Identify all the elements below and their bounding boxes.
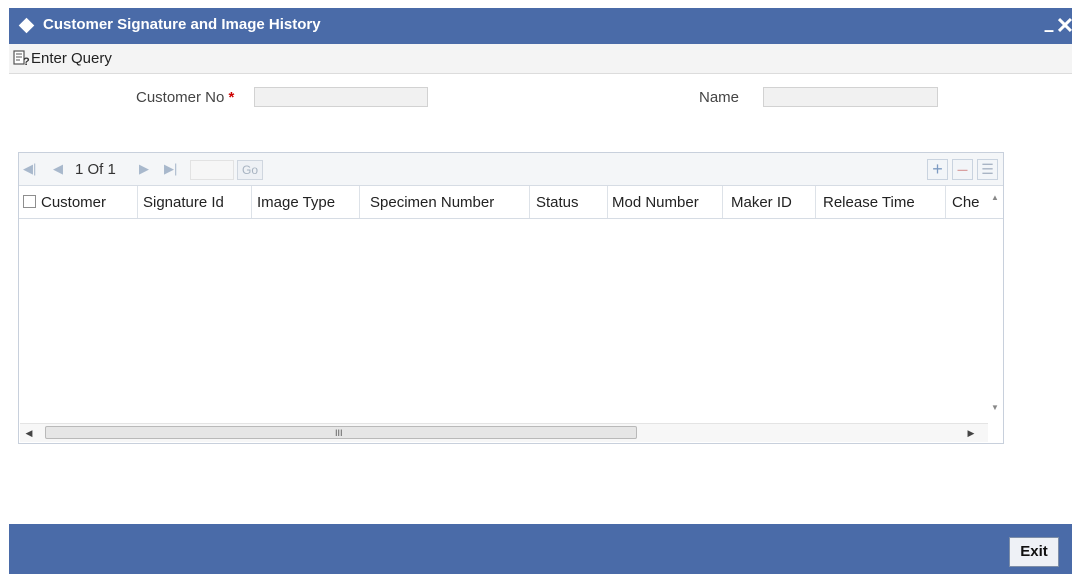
scroll-down-arrow-icon[interactable]: ▼ bbox=[989, 403, 1001, 413]
page-indicator: 1 Of 1 bbox=[75, 161, 116, 178]
column-header[interactable]: Signature Id bbox=[143, 194, 224, 211]
scroll-up-arrow-icon[interactable]: ▲ bbox=[989, 193, 1001, 203]
column-divider bbox=[251, 186, 252, 218]
scroll-left-arrow-icon[interactable]: ◀ bbox=[22, 427, 36, 439]
next-page-button[interactable]: ▶ bbox=[139, 161, 149, 177]
scroll-right-arrow-icon[interactable]: ▶ bbox=[964, 427, 978, 439]
single-view-button[interactable]: ☰ bbox=[977, 159, 998, 180]
svg-text:?: ? bbox=[23, 56, 30, 67]
grid-pager: ◀| ◀ 1 Of 1 ▶ ▶| Go + – ☰ bbox=[19, 153, 1003, 186]
previous-page-button[interactable]: ◀ bbox=[53, 161, 63, 177]
title-bar: Customer Signature and Image History – ✕ bbox=[9, 8, 1072, 44]
column-header[interactable]: Mod Number bbox=[612, 194, 699, 211]
delete-row-button[interactable]: – bbox=[952, 159, 973, 180]
last-page-button[interactable]: ▶| bbox=[164, 161, 177, 177]
enter-query-label: Enter Query bbox=[31, 50, 112, 67]
add-icon: + bbox=[932, 159, 943, 179]
column-divider bbox=[137, 186, 138, 218]
toolbar: ? Enter Query bbox=[9, 44, 1072, 74]
select-all-checkbox[interactable] bbox=[23, 195, 36, 208]
column-divider bbox=[359, 186, 360, 218]
footer-bar bbox=[9, 524, 1072, 574]
required-marker: * bbox=[228, 89, 235, 106]
close-button[interactable]: ✕ bbox=[1054, 14, 1072, 38]
scrollbar-thumb[interactable]: III bbox=[45, 426, 637, 439]
page-number-input[interactable] bbox=[190, 160, 234, 180]
window-title: Customer Signature and Image History bbox=[43, 16, 321, 33]
column-divider bbox=[607, 186, 608, 218]
customer-no-label: Customer No * bbox=[136, 89, 234, 106]
minus-icon: – bbox=[957, 159, 968, 179]
column-divider bbox=[722, 186, 723, 218]
column-header[interactable]: Specimen Number bbox=[370, 194, 494, 211]
enter-query-icon: ? bbox=[13, 50, 30, 67]
list-icon: ☰ bbox=[981, 161, 994, 177]
name-input[interactable] bbox=[763, 87, 938, 107]
column-header[interactable]: Status bbox=[536, 194, 579, 211]
column-header[interactable]: Release Time bbox=[823, 194, 915, 211]
column-header[interactable]: Image Type bbox=[257, 194, 335, 211]
first-page-button[interactable]: ◀| bbox=[23, 161, 36, 177]
name-label: Name bbox=[699, 89, 740, 106]
column-divider bbox=[815, 186, 816, 218]
app-diamond-icon bbox=[18, 17, 35, 34]
go-button[interactable]: Go bbox=[237, 160, 263, 180]
grid-header: Customer Signature Id Image Type Specime… bbox=[19, 186, 1003, 219]
column-header[interactable]: Customer bbox=[41, 194, 106, 211]
add-row-button[interactable]: + bbox=[927, 159, 948, 180]
column-header[interactable]: Maker ID bbox=[731, 194, 792, 211]
customer-no-input[interactable] bbox=[254, 87, 428, 107]
history-grid: ◀| ◀ 1 Of 1 ▶ ▶| Go + – ☰ Customer Signa… bbox=[18, 152, 1004, 444]
horizontal-scrollbar[interactable]: ◀ III ▶ bbox=[20, 423, 988, 442]
customer-no-label-text: Customer No bbox=[136, 89, 225, 106]
column-divider bbox=[945, 186, 946, 218]
exit-button[interactable]: Exit bbox=[1009, 537, 1059, 567]
column-header[interactable]: Che bbox=[952, 194, 982, 211]
column-divider bbox=[529, 186, 530, 218]
grip-icon: III bbox=[335, 428, 343, 438]
